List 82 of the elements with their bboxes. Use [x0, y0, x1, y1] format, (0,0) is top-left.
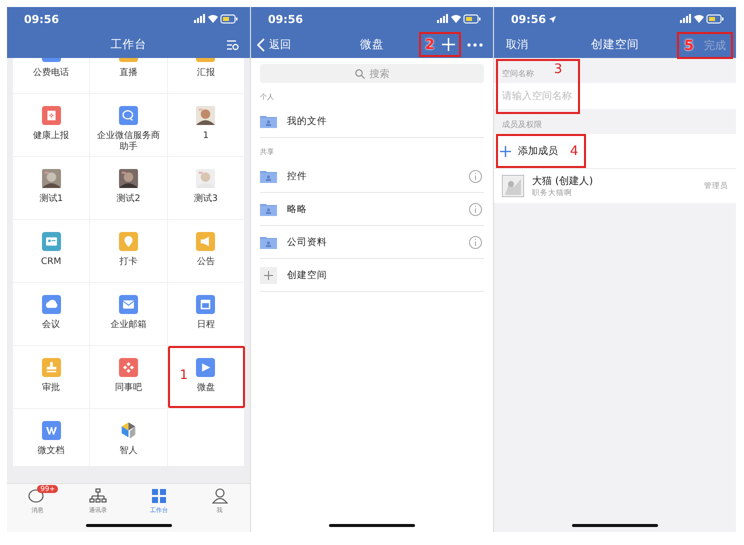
screen-title: 创建空间: [591, 37, 639, 52]
screen-title: 微盘: [360, 37, 384, 52]
app-label: 智人: [118, 446, 138, 457]
back-button[interactable]: 返回: [257, 37, 291, 52]
person-icon: [210, 488, 229, 504]
section-label: 空间名称: [501, 68, 535, 80]
add-icon[interactable]: [442, 38, 456, 51]
folder-row[interactable]: 略略: [260, 193, 484, 226]
folder-row[interactable]: 控件: [260, 160, 484, 193]
space-name-field[interactable]: 请输入空间名称: [494, 83, 736, 109]
app-label: CRM: [40, 257, 62, 268]
app-label: 日程: [196, 320, 216, 331]
annotation-number: 4: [570, 144, 578, 158]
app-tile[interactable]: 公费电话: [13, 58, 90, 93]
section-label: 成员及权限: [501, 119, 543, 131]
cancel-button[interactable]: 取消: [506, 37, 528, 52]
status-icons: [437, 14, 481, 24]
app-tile[interactable]: CRM: [13, 220, 90, 282]
app-label: 测试3: [192, 194, 219, 205]
more-icon[interactable]: [467, 42, 483, 46]
folder-icon: [260, 236, 277, 248]
add-member-button[interactable]: 添加成员: [494, 144, 558, 158]
app-label: 汇报: [196, 68, 216, 79]
app-tile[interactable]: 汇报: [168, 58, 244, 93]
app-label: 健康上报: [32, 131, 70, 142]
chevron-left-icon: [257, 38, 265, 52]
status-icons: [194, 14, 238, 24]
cube-icon: [118, 421, 138, 440]
app-label: 直播: [118, 68, 138, 79]
member-name: 大猫 (创建人): [532, 174, 594, 188]
app-label: 公费电话: [32, 68, 70, 79]
app-tile[interactable]: 智人: [90, 409, 168, 466]
app-tile[interactable]: 企业微信服务商助手: [90, 94, 168, 156]
annotation-number: 1: [180, 368, 188, 383]
app-tile[interactable]: 测试1: [13, 157, 90, 219]
app-label: 企业邮箱: [109, 320, 148, 331]
annotation-number: 3: [554, 62, 562, 77]
app-tile[interactable]: 微文档: [13, 409, 90, 466]
create-space-row[interactable]: 创建空间: [260, 259, 484, 292]
org-chart-icon: [89, 488, 108, 504]
app-label: 同事吧: [114, 383, 143, 394]
app-tile[interactable]: 测试2: [90, 157, 168, 219]
app-label: 测试2: [116, 194, 142, 205]
app-tile[interactable]: 公告: [168, 220, 244, 282]
app-tile[interactable]: 同事吧: [90, 346, 168, 408]
app-label: 公告: [196, 257, 216, 268]
app-label: 1: [202, 131, 210, 142]
app-tile[interactable]: 会议: [13, 283, 90, 345]
add-icon: [260, 266, 277, 284]
app-label: 会议: [41, 320, 62, 331]
app-label: 微文档: [36, 446, 66, 457]
location-arrow-icon: [549, 16, 556, 22]
status-time: 09:56: [24, 12, 60, 26]
folder-icon: [260, 114, 277, 128]
app-tile[interactable]: 1: [168, 94, 244, 156]
annotation-number: 2: [424, 36, 435, 52]
status-icons: [680, 14, 724, 24]
folder-icon: [260, 170, 277, 182]
app-tile[interactable]: 直播: [90, 58, 168, 93]
folder-row[interactable]: 公司资料: [260, 226, 484, 259]
settings-icon[interactable]: [226, 38, 239, 50]
app-label: 测试1: [38, 194, 64, 205]
app-tile[interactable]: 测试3: [168, 157, 244, 219]
search-icon: [354, 68, 364, 78]
app-tile[interactable]: 微盘 1: [168, 346, 244, 408]
folder-icon: [260, 202, 277, 216]
app-tile[interactable]: 审批: [13, 346, 90, 408]
app-label: 微盘: [196, 383, 216, 394]
app-tile[interactable]: 企业邮箱: [90, 283, 168, 345]
annotation-number: 5: [684, 38, 694, 54]
app-label: 企业微信服务商助手: [96, 131, 161, 153]
grid-icon: [150, 488, 168, 504]
app-tile[interactable]: 日程: [168, 283, 244, 345]
app-tile[interactable]: 健康上报: [13, 94, 90, 156]
screen-title: 工作台: [110, 37, 146, 52]
plus-icon: [500, 146, 511, 156]
app-label: 打卡: [118, 257, 138, 268]
status-time: 09:56: [511, 12, 546, 26]
app-label: 审批: [41, 383, 62, 394]
status-time: 09:56: [268, 12, 304, 26]
folder-row[interactable]: 我的文件: [260, 105, 484, 138]
app-tile[interactable]: 打卡: [90, 220, 168, 282]
